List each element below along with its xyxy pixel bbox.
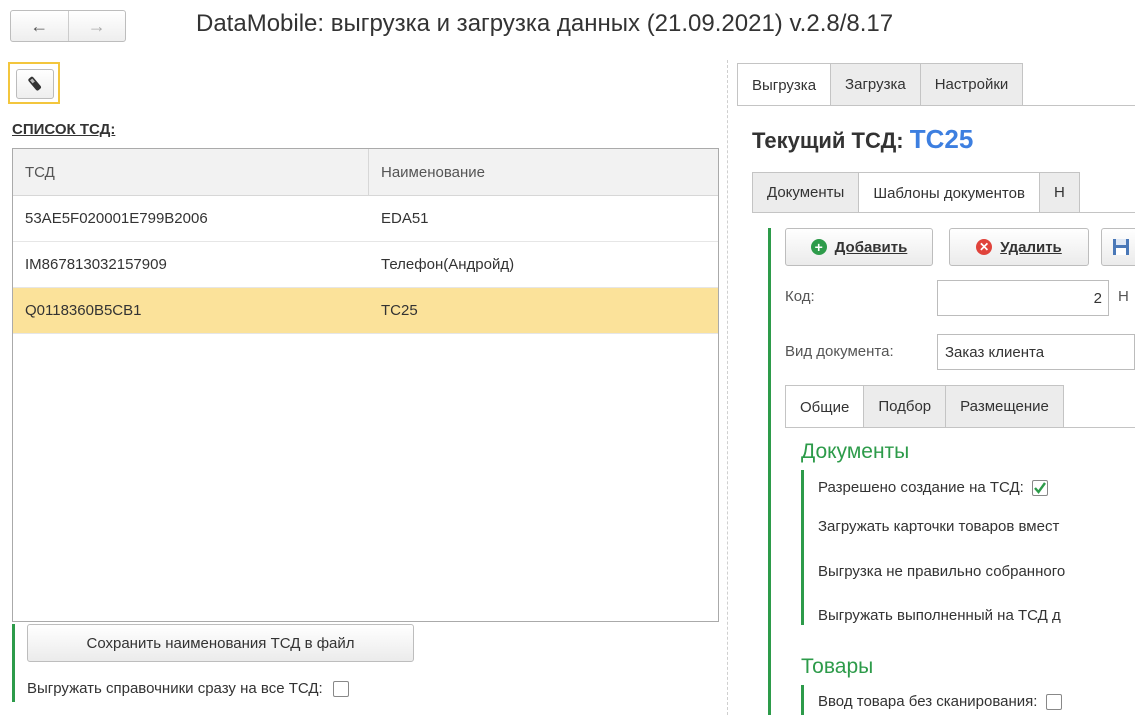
nav-buttons: ← → [10,10,126,42]
load-cards-label: Загружать карточки товаров вмест [818,518,1060,535]
tabs-underline [737,105,1135,106]
window-title: DataMobile: выгрузка и загрузка данных (… [196,10,894,37]
upload-all-label: Выгружать справочники сразу на все ТСД: [27,680,323,697]
doctype-value: Заказ клиента [945,343,1045,361]
save-button[interactable] [1101,228,1135,266]
code-value: 2 [1093,289,1102,307]
cell-tsd: Q0118360B5CB1 [25,302,142,319]
cell-name: Телефон(Андройд) [381,256,515,273]
subtab-documents[interactable]: Документы [752,172,860,212]
templates-group-bar [768,228,771,715]
column-header-name[interactable]: Наименование [369,149,485,195]
code-side-label: Н [1118,288,1129,305]
doctype-field[interactable]: Заказ клиента [937,334,1135,370]
column-header-tsd[interactable]: ТСД [13,149,369,195]
tab-upload[interactable]: Выгрузка [737,63,832,106]
save-names-button[interactable]: Сохранить наименования ТСД в файл [27,624,414,662]
arrow-left-icon: ← [30,15,49,36]
allow-create-label: Разрешено создание на ТСД: [818,479,1024,496]
manual-input-checkbox[interactable] [1045,694,1062,711]
delete-button[interactable]: ✕ Удалить [949,228,1089,266]
manual-input-label: Ввод товара без сканирования: [818,693,1038,710]
add-button-label: Добавить [834,238,908,256]
doctype-label: Вид документа: [785,343,894,360]
upload-done-label: Выгружать выполненный на ТСД д [818,607,1061,624]
inner-tabs: Общие Подбор Размещение [785,385,1064,428]
inner-tabs-underline [785,427,1135,428]
inner-tab-general[interactable]: Общие [785,385,865,428]
subtab-more[interactable]: Н [1038,172,1080,212]
code-label: Код: [785,288,815,305]
cell-tsd: 53AE5F020001E799B2006 [25,210,208,227]
group-bar [12,624,15,702]
delete-button-label: Удалить [1000,238,1062,256]
checkmark-icon [1034,482,1047,494]
plus-circle-icon: + [810,239,827,255]
subtab-templates[interactable]: Шаблоны документов [858,172,1040,213]
device-button-frame [8,62,60,104]
tsd-table: ТСД Наименование 53AE5F020001E799B2006 E… [12,148,719,622]
tab-settings[interactable]: Настройки [919,63,1024,105]
floppy-icon [1113,239,1129,255]
allow-create-row: Разрешено создание на ТСД: [818,479,1049,497]
upload-all-checkbox[interactable] [332,681,349,698]
scanner-icon [28,76,41,91]
upload-wrong-label: Выгрузка не правильно собранного [818,563,1066,580]
subtabs-underline [752,212,1135,213]
table-row-selected[interactable]: Q0118360B5CB1 TC25 [13,288,718,334]
goods-section-bar [801,685,804,715]
current-tsd: Текущий ТСД: TC25 [752,124,973,155]
current-tsd-value: TC25 [909,124,974,154]
docs-section-title: Документы [801,440,910,463]
tab-download[interactable]: Загрузка [830,63,921,105]
tsd-list-label: СПИСОК ТСД: [12,121,116,138]
panel-divider [727,60,728,715]
table-row[interactable]: IM867813032157909 Телефон(Андройд) [13,242,718,288]
inner-tab-selection[interactable]: Подбор [863,385,947,427]
cell-tsd: IM867813032157909 [25,256,167,273]
delete-circle-icon: ✕ [976,239,993,255]
table-row[interactable]: 53AE5F020001E799B2006 EDA51 [13,196,718,242]
main-tabs: Выгрузка Загрузка Настройки [737,63,1024,106]
inner-tab-placement[interactable]: Размещение [945,385,1064,427]
arrow-right-icon: → [87,15,106,36]
forward-button[interactable]: → [67,11,126,41]
goods-section-title: Товары [801,655,874,678]
back-button[interactable]: ← [11,11,68,41]
current-tsd-label: Текущий ТСД: [752,128,904,153]
docs-section-bar [801,470,804,625]
device-button[interactable] [16,69,54,99]
sub-tabs: Документы Шаблоны документов Н [752,172,1080,213]
cell-name: EDA51 [381,210,429,227]
add-button[interactable]: + Добавить [785,228,933,266]
table-header: ТСД Наименование [13,149,718,196]
upload-all-row: Выгружать справочники сразу на все ТСД: [27,680,349,698]
cell-name: TC25 [381,302,418,319]
manual-input-row: Ввод товара без сканирования: [818,693,1062,711]
code-field[interactable]: 2 [937,280,1109,316]
allow-create-checkbox[interactable] [1032,480,1049,497]
